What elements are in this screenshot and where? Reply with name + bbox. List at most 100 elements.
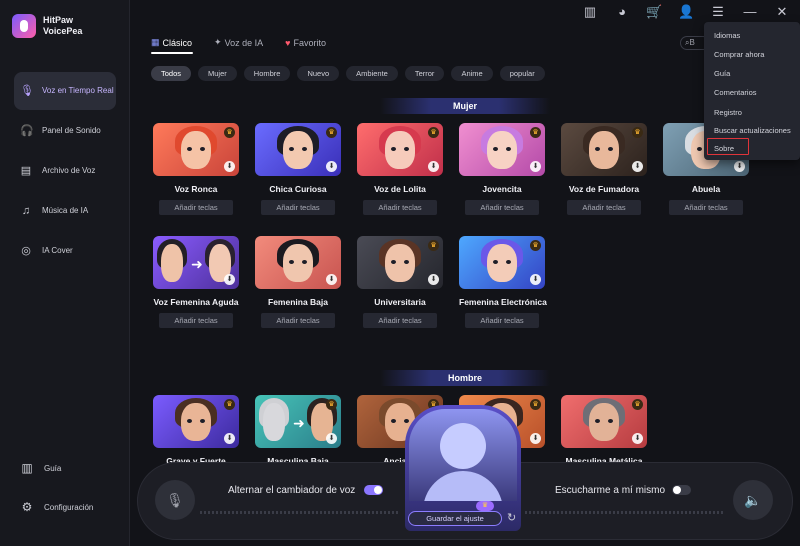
microphone-button[interactable]: 🎙 <box>155 480 195 520</box>
speaker-button[interactable]: 🔈 <box>733 480 773 520</box>
voice-card[interactable]: ⬇ Femenina Baja Añadir teclas <box>255 236 341 328</box>
voice-thumbnail: ➜ ⬇ <box>153 236 239 289</box>
save-settings-button[interactable]: Guardar el ajuste <box>408 511 502 526</box>
download-icon[interactable]: ⬇ <box>530 161 541 172</box>
menu-item-check-updates[interactable]: Buscar actualizaciones <box>714 126 791 135</box>
voice-thumbnail: ♛ ⬇ <box>357 123 443 176</box>
download-icon[interactable]: ⬇ <box>428 274 439 285</box>
gear-icon: ⚙ <box>21 500 33 514</box>
filter-chips: Todos Mujer Hombre Nuevo Ambiente Terror… <box>151 66 552 81</box>
voice-changer-toggle[interactable] <box>364 485 383 495</box>
download-icon[interactable]: ⬇ <box>530 433 541 444</box>
voice-thumbnail: ♛ ⬇ <box>459 123 545 176</box>
voice-name: Abuela <box>691 184 721 194</box>
tab-ai-voice[interactable]: ✦ Voz de IA <box>214 37 263 48</box>
download-icon[interactable]: ⬇ <box>224 161 235 172</box>
sidebar-item-label: IA Cover <box>42 246 73 255</box>
sidebar-item-guide[interactable]: ▥ Guía <box>20 461 120 475</box>
sidebar-item-realtime-voice[interactable]: 🎙 Voz en Tiempo Real <box>14 72 116 110</box>
voice-card[interactable]: ♛ ⬇ Femenina Electrónica Añadir teclas <box>459 236 547 328</box>
tab-favorite[interactable]: ♥ Favorito <box>285 37 326 48</box>
close-icon[interactable]: ✕ <box>774 4 790 20</box>
guide-label: Guía <box>44 463 62 473</box>
voice-name: Chica Curiosa <box>269 184 327 194</box>
input-waveform <box>200 511 400 514</box>
sidebar-item-soundboard[interactable]: 🎧 Panel de Sonido <box>14 112 116 150</box>
voice-thumbnail: ♛ ⬇ <box>561 395 647 448</box>
active-tab-indicator <box>151 52 193 54</box>
voice-thumbnail: ♛ ⬇ <box>255 123 341 176</box>
download-icon[interactable]: ⬇ <box>530 274 541 285</box>
user-icon[interactable]: 👤 <box>678 4 694 20</box>
voice-card[interactable]: ➜ ⬇ Voz Femenina Aguda Añadir teclas <box>153 236 239 328</box>
sidebar-item-ai-music[interactable]: ♫ Música de IA <box>14 192 116 230</box>
voice-card[interactable]: ♛ ⬇ Jovencita Añadir teclas <box>459 123 545 215</box>
filter-chip-all[interactable]: Todos <box>151 66 192 81</box>
voice-card[interactable]: ➜ ♛ ⬇ Masculina Baja <box>255 395 341 466</box>
voice-card[interactable]: ♛ ⬇ Voz Ronca Añadir teclas <box>153 123 239 215</box>
download-icon[interactable]: ⬇ <box>326 433 337 444</box>
cart-icon[interactable]: 🛒 <box>646 4 662 20</box>
add-keys-button[interactable]: Añadir teclas <box>567 200 641 215</box>
filter-chip-ambient[interactable]: Ambiente <box>346 66 398 81</box>
download-icon[interactable]: ⬇ <box>428 161 439 172</box>
filter-chip-men[interactable]: Hombre <box>243 66 291 81</box>
add-keys-button[interactable]: Añadir teclas <box>363 313 437 328</box>
tab-classic[interactable]: ▦ Clásico <box>151 37 192 48</box>
crown-icon: ♛ <box>428 127 439 138</box>
listen-to-myself-toggle[interactable] <box>672 485 691 495</box>
crown-icon: ♛ <box>326 399 337 410</box>
download-icon[interactable]: ⬇ <box>224 433 235 444</box>
sidebar-nav: 🎙 Voz en Tiempo Real 🎧 Panel de Sonido ▤… <box>14 72 116 272</box>
filter-chip-women[interactable]: Mujer <box>198 66 237 81</box>
download-icon[interactable]: ⬇ <box>224 274 235 285</box>
voice-thumbnail: ➜ ♛ ⬇ <box>255 395 341 448</box>
voice-card[interactable]: ♛ ⬇ Universitaria Añadir teclas <box>357 236 443 328</box>
filter-chip-popular[interactable]: popular <box>499 66 545 81</box>
add-keys-button[interactable]: Añadir teclas <box>363 200 437 215</box>
minimize-icon[interactable]: — <box>742 4 758 20</box>
sidebar-item-voice-file[interactable]: ▤ Archivo de Voz <box>14 152 116 190</box>
menu-item-guide[interactable]: Guía <box>714 69 730 78</box>
add-keys-button[interactable]: Añadir teclas <box>669 200 743 215</box>
download-icon[interactable]: ⬇ <box>632 433 643 444</box>
add-keys-button[interactable]: Añadir teclas <box>159 313 233 328</box>
add-keys-button[interactable]: Añadir teclas <box>261 313 335 328</box>
filter-chip-anime[interactable]: Anime <box>451 66 493 81</box>
menu-item-buy-now[interactable]: Comprar ahora <box>714 50 764 59</box>
voice-card[interactable]: ♛ ⬇ Voz de Fumadora Añadir teclas <box>561 123 647 215</box>
menu-item-register[interactable]: Registro <box>714 108 742 117</box>
voice-card[interactable]: ♛ ⬇ Chica Curiosa Añadir teclas <box>255 123 341 215</box>
voice-card[interactable]: ♛ ⬇ Masculina Metálica <box>561 395 647 466</box>
add-keys-button[interactable]: Añadir teclas <box>465 200 539 215</box>
voice-thumbnail: ♛ ⬇ <box>153 123 239 176</box>
crown-icon: ♛ <box>530 240 541 251</box>
add-keys-button[interactable]: Añadir teclas <box>159 200 233 215</box>
sparkle-icon: ✦ <box>214 37 222 47</box>
listen-to-myself-label: Escucharme a mí mismo <box>555 485 666 496</box>
menu-item-languages[interactable]: Idiomas <box>714 31 740 40</box>
filter-chip-new[interactable]: Nuevo <box>297 66 340 81</box>
voice-name: Femenina Baja <box>268 297 328 307</box>
voice-name: Voz Ronca <box>174 184 218 194</box>
add-keys-button[interactable]: Añadir teclas <box>465 313 539 328</box>
voice-card[interactable]: ♛ ⬇ Voz de Lolita Añadir teclas <box>357 123 443 215</box>
voice-name: Jovencita <box>482 184 522 194</box>
download-icon[interactable]: ⬇ <box>632 161 643 172</box>
add-keys-button[interactable]: Añadir teclas <box>261 200 335 215</box>
book-icon[interactable]: ▥ <box>582 4 598 20</box>
sidebar-item-ai-cover[interactable]: ◎ IA Cover <box>14 232 116 270</box>
voice-card[interactable]: ♛ ⬇ Grave y Fuerte <box>153 395 239 466</box>
sidebar-item-settings[interactable]: ⚙ Configuración <box>20 500 120 514</box>
filter-chip-horror[interactable]: Terror <box>404 66 445 81</box>
reset-icon[interactable]: ↻ <box>507 511 519 525</box>
download-icon[interactable]: ⬇ <box>734 161 745 172</box>
download-icon[interactable]: ⬇ <box>326 161 337 172</box>
crown-icon: ♛ <box>224 399 235 410</box>
download-icon[interactable]: ⬇ <box>326 274 337 285</box>
discord-icon[interactable]: ◕ <box>614 4 630 20</box>
menu-icon[interactable]: ☰ <box>710 4 726 20</box>
tab-label: Favorito <box>293 37 326 48</box>
menu-item-feedback[interactable]: Comentarios <box>714 88 757 97</box>
section-header-women: Mujer <box>380 98 550 114</box>
